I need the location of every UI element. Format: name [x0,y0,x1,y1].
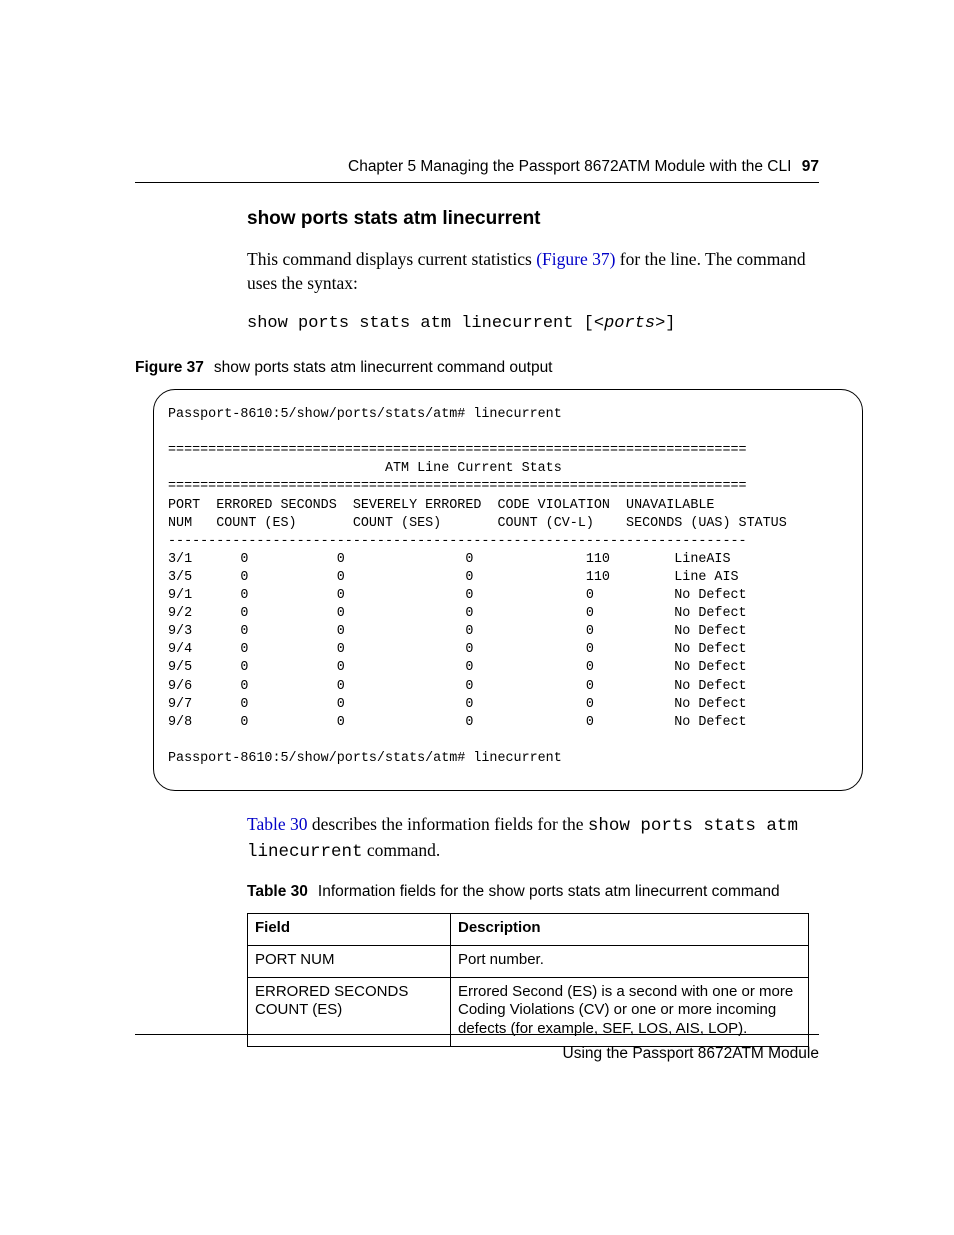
footer-text: Using the Passport 8672ATM Module [563,1045,819,1062]
table-row: 9/3 0 0 0 0 No Defect [168,624,747,639]
fields-table: Field Description PORT NUM Port number. … [247,913,809,1047]
syntax-suffix: >] [655,314,675,333]
chapter-title: Chapter 5 Managing the Passport 8672ATM … [348,158,791,175]
terminal-header: PORT ERRORED SECONDS SEVERELY ERRORED CO… [168,498,714,513]
page: Chapter 5 Managing the Passport 8672ATM … [0,0,954,1235]
post-figure-paragraph: Table 30 describes the information field… [135,813,819,864]
section-heading: show ports stats atm linecurrent [135,208,819,230]
figure-label: Figure 37 [135,359,204,376]
field-desc: Port number. [451,945,809,977]
table-row: 9/2 0 0 0 0 No Defect [168,606,747,621]
table-row: PORT NUM Port number. [248,945,809,977]
table-row: 3/5 0 0 0 110 Line AIS [168,570,739,585]
terminal-dash: ----------------------------------------… [168,534,747,549]
syntax-param: ports [604,314,655,333]
table-row: 9/7 0 0 0 0 No Defect [168,697,747,712]
post-fig-text-b: command. [363,840,441,860]
terminal-title: ATM Line Current Stats [168,461,562,476]
table-caption: Table 30 Information fields for the show … [135,882,819,903]
table-row: 9/1 0 0 0 0 No Defect [168,588,747,603]
intro-paragraph: This command displays current statistics… [135,248,819,295]
terminal-bar: ========================================… [168,443,747,458]
table-header-row: Field Description [248,914,809,946]
table-caption-text: Information fields for the show ports st… [318,883,780,900]
table-row: 9/8 0 0 0 0 No Defect [168,715,747,730]
col-field: Field [248,914,451,946]
field-name: PORT NUM [248,945,451,977]
page-number: 97 [802,158,819,175]
syntax-line: show ports stats atm linecurrent [<ports… [135,313,819,336]
main-content: show ports stats atm linecurrent This co… [135,208,819,1047]
terminal-bar: ========================================… [168,479,747,494]
table-row: 9/6 0 0 0 0 No Defect [168,679,747,694]
figure-caption: Figure 37 show ports stats atm linecurren… [135,358,819,379]
intro-text-a: This command displays current statistics [247,249,536,269]
post-fig-text-a: describes the information fields for the [308,814,588,834]
terminal-prompt: Passport-8610:5/show/ports/stats/atm# li… [168,407,562,422]
syntax-prefix: show ports stats atm linecurrent [< [247,314,604,333]
col-desc: Description [451,914,809,946]
table-row: 9/5 0 0 0 0 No Defect [168,660,747,675]
table-label: Table 30 [247,883,308,900]
running-header: Chapter 5 Managing the Passport 8672ATM … [135,158,819,183]
terminal-prompt: Passport-8610:5/show/ports/stats/atm# li… [168,751,562,766]
table-link[interactable]: Table 30 [247,814,308,834]
terminal-header: NUM COUNT (ES) COUNT (SES) COUNT (CV-L) … [168,516,787,531]
table-row: 9/4 0 0 0 0 No Defect [168,642,747,657]
figure-caption-text: show ports stats atm linecurrent command… [214,359,553,376]
page-footer: Using the Passport 8672ATM Module [135,1034,819,1063]
figure-link[interactable]: (Figure 37) [536,249,615,269]
terminal-output: Passport-8610:5/show/ports/stats/atm# li… [153,389,863,791]
table-row: 3/1 0 0 0 110 LineAIS [168,552,731,567]
